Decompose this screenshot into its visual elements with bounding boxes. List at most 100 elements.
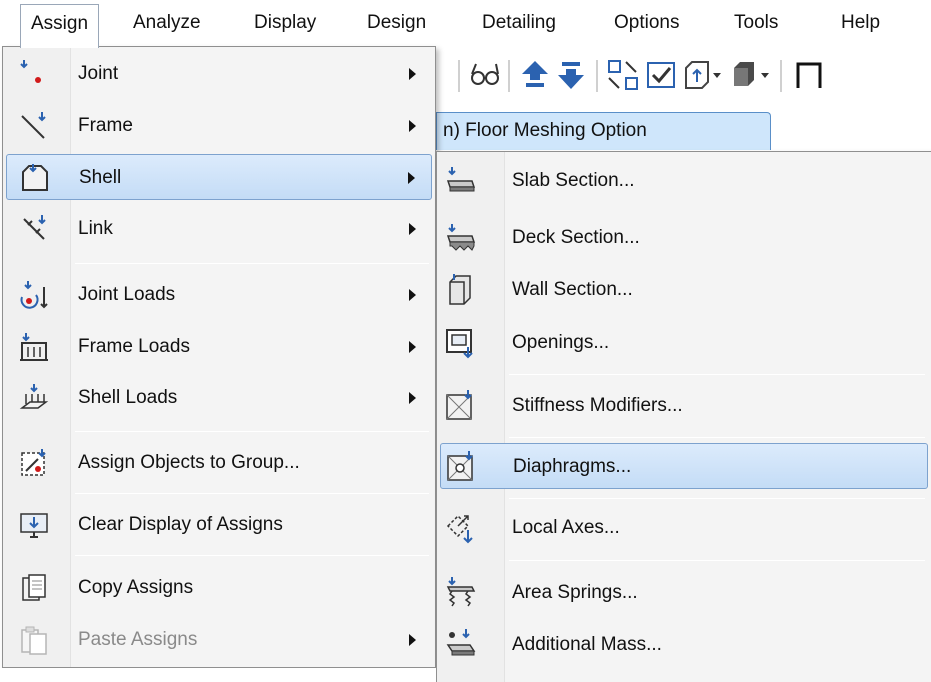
submenu-arrow-icon (409, 634, 416, 646)
menu-tools[interactable]: Tools (724, 4, 788, 42)
menu-item-copy-assigns[interactable]: Copy Assigns (6, 565, 432, 611)
shrink-icon[interactable] (606, 58, 640, 92)
slab-section-icon (446, 167, 476, 192)
menu-item-label: Paste Assigns (78, 629, 198, 650)
diaphragms-icon (447, 451, 473, 481)
menu-item-assign-objects-to-group[interactable]: Assign Objects to Group... (6, 440, 432, 486)
menu-design[interactable]: Design (357, 4, 436, 42)
menu-help[interactable]: Help (831, 4, 890, 42)
menu-item-area-springs[interactable]: Area Springs... (440, 570, 928, 616)
menu-detailing[interactable]: Detailing (472, 4, 566, 42)
menu-item-label: Stiffness Modifiers... (512, 395, 683, 416)
menu-item-label: Shell Loads (78, 387, 178, 408)
move-up-icon[interactable] (518, 58, 552, 92)
openings-icon (446, 329, 473, 359)
submenu-arrow-icon (409, 289, 416, 301)
submenu-arrow-icon (408, 172, 415, 184)
paste-icon (21, 626, 47, 655)
submenu-arrow-icon (409, 341, 416, 353)
submenu-arrow-icon (409, 223, 416, 235)
glasses-icon[interactable] (468, 58, 502, 92)
menu-item-joint-loads[interactable]: Joint Loads (6, 272, 432, 318)
dropdown-arrow-icon[interactable] (710, 58, 724, 92)
menu-item-label: Frame (78, 115, 133, 136)
menu-item-paste-assigns[interactable]: Paste Assigns (6, 617, 432, 663)
menu-item-wall-section[interactable]: Wall Section... (440, 267, 928, 313)
joint-icon (20, 60, 41, 83)
menu-display[interactable]: Display (244, 4, 326, 42)
stiffness-modifiers-icon (446, 390, 472, 420)
deck-section-icon (446, 224, 476, 251)
menu-item-label: Link (78, 218, 113, 239)
menu-separator (509, 374, 925, 375)
menu-separator (509, 437, 925, 438)
submenu-arrow-icon (409, 68, 416, 80)
menu-item-frame[interactable]: Frame (6, 103, 432, 149)
submenu-arrow-icon (409, 120, 416, 132)
menu-item-frame-loads[interactable]: Frame Loads (6, 324, 432, 370)
additional-mass-icon (446, 629, 476, 656)
checkbox-icon[interactable] (644, 58, 678, 92)
frame-shape-icon[interactable] (792, 58, 826, 92)
wall-section-icon (449, 274, 471, 305)
extrude-icon[interactable] (680, 58, 714, 92)
assign-menu: Joint Frame Shell Link Joint Loads Frame… (2, 46, 436, 668)
toolbar-separator (458, 60, 460, 92)
link-icon (23, 215, 46, 240)
toolbar-separator (508, 60, 510, 92)
menu-options[interactable]: Options (604, 4, 689, 42)
move-down-icon[interactable] (554, 58, 588, 92)
shell-icon (22, 164, 48, 191)
menu-item-label: Deck Section... (512, 227, 640, 248)
tab-floor-meshing-option[interactable]: n) Floor Meshing Option (436, 112, 771, 150)
menu-separator (509, 498, 925, 499)
menu-item-label: Area Springs... (512, 582, 638, 603)
group-icon (21, 449, 46, 476)
toolbar-separator (596, 60, 598, 92)
copy-icon (22, 574, 46, 601)
frame-icon (21, 112, 46, 139)
menu-item-label: Additional Mass... (512, 634, 662, 655)
submenu-arrow-icon (409, 392, 416, 404)
menu-item-label: Joint Loads (78, 284, 176, 305)
solid-view-icon[interactable] (726, 58, 760, 92)
menu-analyze[interactable]: Analyze (123, 4, 211, 42)
toolbar-separator (780, 60, 782, 92)
menu-item-label: Slab Section... (512, 170, 635, 191)
menu-separator (75, 493, 429, 494)
menu-item-label: Frame Loads (78, 336, 190, 357)
menu-item-link[interactable]: Link (6, 206, 432, 252)
menu-item-label: Local Axes... (512, 517, 620, 538)
menu-item-local-axes[interactable]: Local Axes... (440, 505, 928, 551)
menu-separator (75, 263, 429, 264)
menu-item-diaphragms[interactable]: Diaphragms... (440, 443, 928, 489)
menu-item-label: Joint (78, 63, 119, 84)
menu-item-label: Clear Display of Assigns (78, 514, 283, 535)
menu-assign[interactable]: Assign (20, 4, 100, 48)
menu-item-stiffness-modifiers[interactable]: Stiffness Modifiers... (440, 383, 928, 429)
menu-item-label: Shell (79, 167, 122, 188)
menu-item-shell-loads[interactable]: Shell Loads (6, 375, 432, 421)
menu-item-slab-section[interactable]: Slab Section... (440, 158, 928, 204)
menu-item-label: Copy Assigns (78, 577, 194, 598)
frame-loads-icon (20, 333, 48, 361)
menu-item-additional-mass[interactable]: Additional Mass... (440, 622, 928, 668)
menu-bar: Assign Analyze Display Design Detailing … (0, 0, 931, 48)
menu-separator (75, 431, 429, 432)
background-strip (0, 668, 436, 682)
dropdown-arrow-icon[interactable] (758, 58, 772, 92)
menu-item-label: Diaphragms... (513, 456, 632, 477)
joint-loads-icon (20, 281, 48, 309)
menu-item-openings[interactable]: Openings... (440, 320, 928, 366)
menu-item-shell[interactable]: Shell (6, 154, 432, 200)
menu-item-deck-section[interactable]: Deck Section... (440, 215, 928, 261)
menu-separator (75, 555, 429, 556)
toolbar (436, 50, 931, 100)
area-springs-icon (446, 577, 476, 607)
menu-item-clear-display-of-assigns[interactable]: Clear Display of Assigns (6, 502, 432, 548)
menu-item-joint[interactable]: Joint (6, 51, 432, 97)
menu-separator (509, 560, 925, 561)
shell-submenu: Slab Section... Deck Section... Wall Sec… (436, 151, 931, 682)
menu-item-label: Wall Section... (512, 279, 633, 300)
menu-item-label: Assign Objects to Group... (78, 452, 300, 473)
